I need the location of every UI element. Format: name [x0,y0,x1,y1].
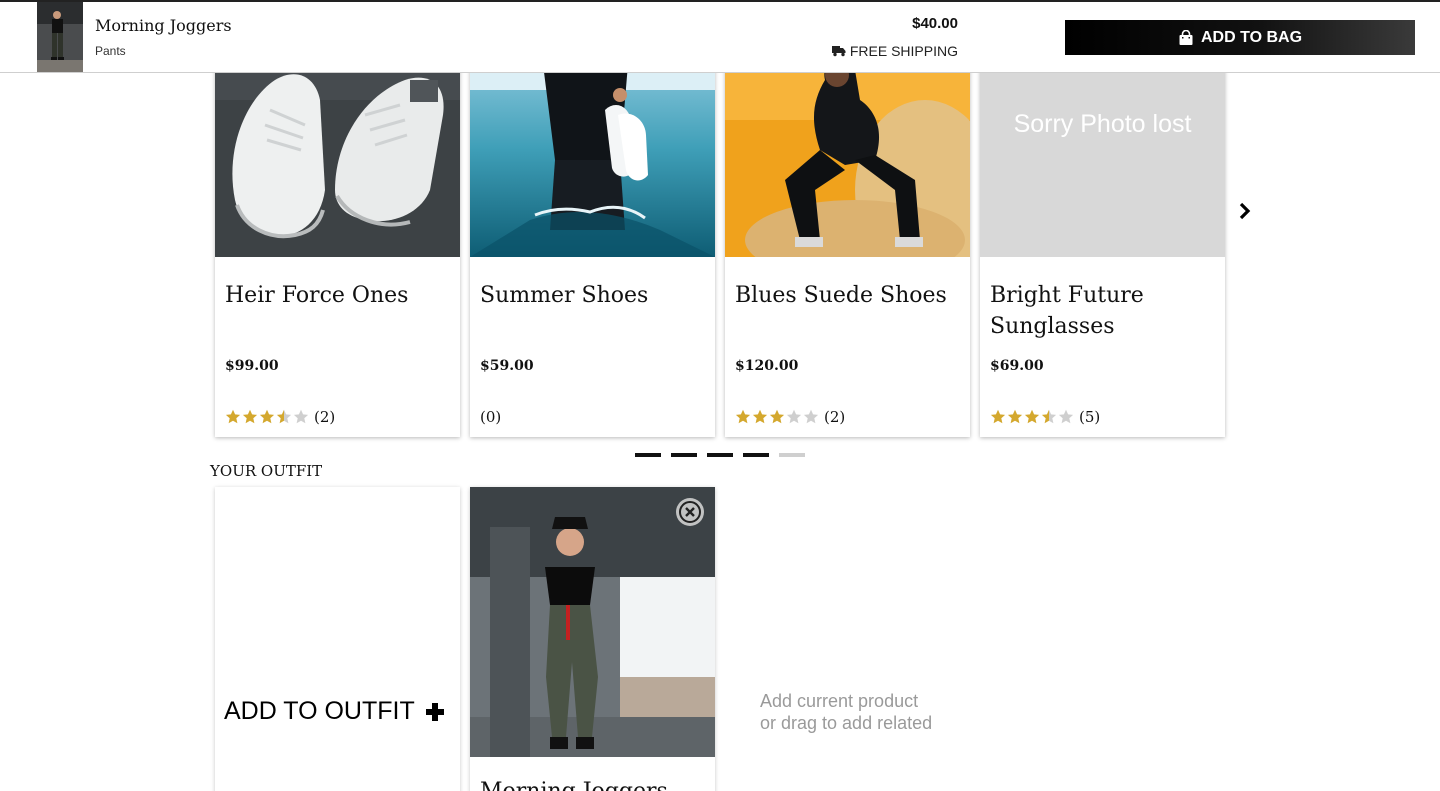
product-card[interactable]: Summer Shoes $59.00 (0) [470,40,715,437]
outfit-item-card[interactable]: Morning Joggers [470,487,715,791]
carousel-pagination [635,453,815,457]
missing-image-text: Sorry Photo lost [1013,110,1192,138]
star-icon [786,409,802,424]
pagination-dot[interactable] [707,453,733,457]
outfit-hint-line: Add current product [760,691,919,711]
product-rating: (5) [990,407,1100,427]
product-rating: (2) [735,407,845,427]
outfit-hint-line: or drag to add related [760,713,933,733]
plus-icon [425,702,444,721]
product-price: $99.00 [225,358,279,374]
product-name: Morning Joggers [95,16,232,35]
sticky-product-bar: Morning Joggers Pants $40.00 FREE SHIPPI… [0,0,1440,73]
star-icon [752,409,768,424]
review-count: (5) [1079,408,1101,426]
product-title: Blues Suede Shoes [735,283,947,308]
shipping-label: FREE SHIPPING [849,43,958,59]
star-icon [293,409,309,424]
star-icon [1024,409,1040,424]
star-icon [1007,409,1023,424]
star-icon [1041,409,1057,424]
review-count: (0) [480,408,502,426]
product-card[interactable]: Blues Suede Shoes $120.00 (2) [725,40,970,437]
product-title: Heir Force Ones [225,283,409,308]
truck-icon [831,46,846,57]
outfit-section-title: YOUR OUTFIT [210,462,323,480]
product-rating: (0) [480,407,501,427]
chevron-right-icon[interactable] [1236,200,1254,222]
outfit-item-title: Morning Joggers [480,779,668,791]
star-icon [990,409,1006,424]
star-icon [276,409,292,424]
product-price: $40.00 [912,15,958,32]
product-title: Bright Future Sunglasses [990,283,1144,339]
product-rating: (2) [225,407,335,427]
star-icon [1058,409,1074,424]
product-title: Summer Shoes [480,283,649,308]
star-icon [242,409,258,424]
add-to-outfit-button[interactable]: ADD TO OUTFIT [224,697,445,726]
star-rating [990,409,1075,425]
pagination-dot[interactable] [779,453,805,457]
pagination-dot[interactable] [635,453,661,457]
shipping-info: FREE SHIPPING [790,43,958,59]
close-circle-icon[interactable] [675,497,705,527]
star-rating [735,409,820,425]
star-icon [259,409,275,424]
shopping-bag-icon [1179,29,1193,45]
star-rating [225,409,310,425]
review-count: (2) [824,408,846,426]
product-category: Pants [95,44,126,58]
add-to-bag-button[interactable]: ADD TO BAG [1065,20,1415,55]
review-count: (2) [314,408,336,426]
product-card[interactable]: Heir Force Ones $99.00 (2) [215,40,460,437]
star-icon [769,409,785,424]
product-price: $69.00 [990,358,1044,374]
pagination-dot[interactable] [671,453,697,457]
add-to-bag-label: ADD TO BAG [1200,28,1303,46]
product-price: $59.00 [480,358,534,374]
outfit-hint: Add current product or drag to add relat… [760,690,932,734]
add-to-outfit-card[interactable]: ADD TO OUTFIT [215,487,460,791]
star-icon [735,409,751,424]
product-price: $120.00 [735,358,799,374]
star-icon [225,409,241,424]
outfit-item-image [470,487,715,757]
product-card[interactable]: Sorry Photo lost Bright Future Sunglasse… [980,40,1225,437]
pagination-dot[interactable] [743,453,769,457]
star-icon [803,409,819,424]
product-thumbnail [37,2,83,72]
add-to-outfit-label: ADD TO OUTFIT [224,697,415,725]
